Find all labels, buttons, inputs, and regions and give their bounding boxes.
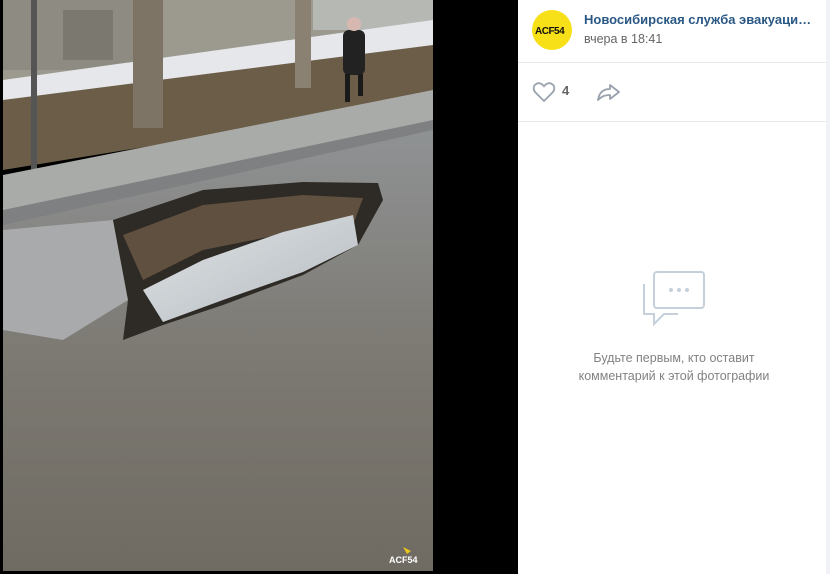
comments-empty-text: Будьте первым, кто оставит комментарий к… [518,349,830,385]
post-actions: 4 [518,63,830,122]
post-photo[interactable]: ACF54 [3,0,433,571]
share-icon[interactable] [596,82,622,107]
comment-bubbles-icon [642,270,706,335]
photo-image [3,0,433,571]
author-name-link[interactable]: Новосибирская служба эвакуации... [584,12,814,27]
empty-text-line2: комментарий к этой фотографии [578,369,770,383]
author-avatar[interactable]: ACF54 [532,10,572,50]
like-count: 4 [562,83,570,98]
post-sidebar: ACF54 Новосибирская служба эвакуации... … [518,0,830,574]
empty-text-line1: Будьте первым, кто оставит [593,351,755,365]
avatar-logo-text: ACF54 [535,26,565,37]
comments-empty-state: Будьте первым, кто оставит комментарий к… [518,120,830,574]
heart-icon[interactable] [532,81,556,108]
post-time[interactable]: вчера в 18:41 [584,32,662,46]
photo-viewer: ACF54 [0,0,518,574]
watermark-logo-icon: ACF54 [389,547,418,565]
post-header: ACF54 Новосибирская служба эвакуации... … [518,0,830,63]
sidebar-scrollbar[interactable] [826,0,830,574]
svg-text:ACF54: ACF54 [389,555,418,565]
photo-watermark: ACF54 [389,545,429,565]
